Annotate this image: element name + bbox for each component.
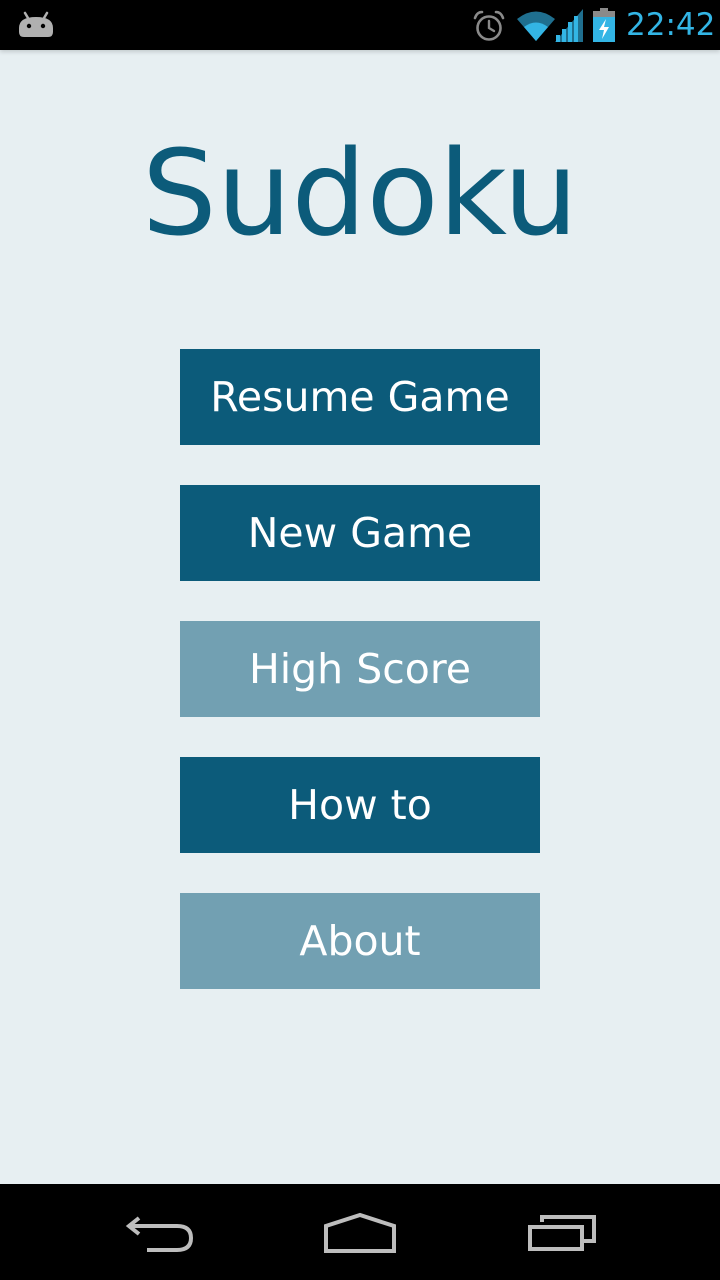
wifi-icon — [517, 11, 555, 41]
recent-apps-button[interactable] — [512, 1198, 612, 1268]
recent-apps-icon — [528, 1215, 596, 1251]
about-button[interactable]: About — [180, 893, 540, 989]
alarm-icon — [473, 10, 505, 41]
app-title: Sudoku — [141, 124, 579, 262]
high-score-button[interactable]: High Score — [180, 621, 540, 717]
home-button[interactable] — [310, 1198, 410, 1268]
status-clock: 22:42 — [626, 7, 716, 43]
home-icon — [324, 1212, 396, 1253]
status-bar: 22:42 — [0, 0, 720, 50]
back-button[interactable] — [110, 1198, 210, 1268]
signal-icon — [555, 9, 583, 42]
android-debug-icon — [19, 11, 53, 37]
how-to-button[interactable]: How to — [180, 757, 540, 853]
navigation-bar — [0, 1184, 720, 1280]
new-game-button[interactable]: New Game — [180, 485, 540, 581]
back-icon — [125, 1216, 194, 1252]
resume-game-button[interactable]: Resume Game — [180, 349, 540, 445]
battery-charging-icon — [593, 8, 615, 42]
